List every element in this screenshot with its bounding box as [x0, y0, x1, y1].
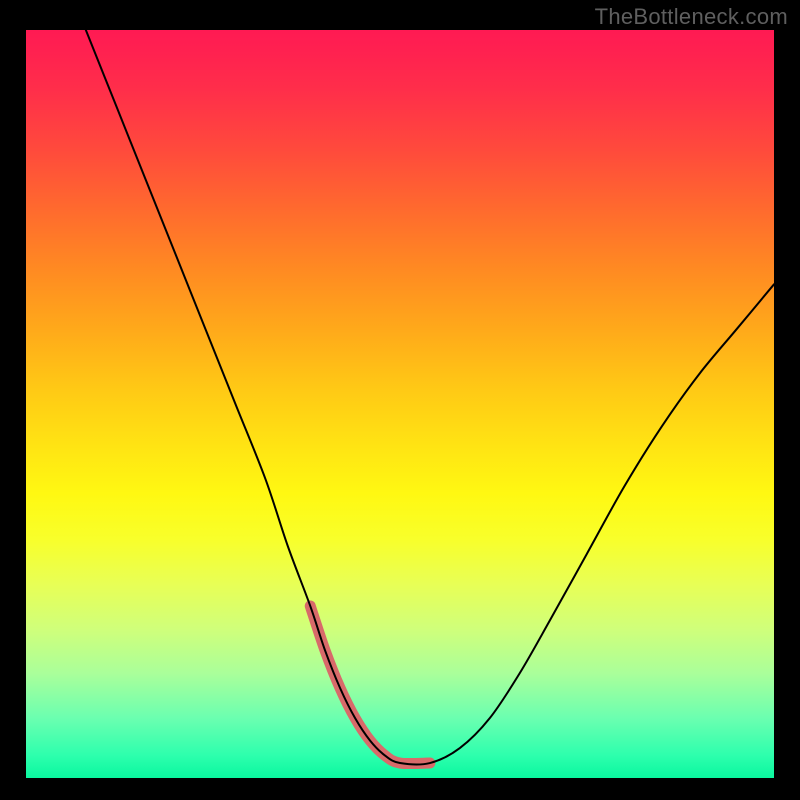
watermark-text: TheBottleneck.com — [595, 4, 788, 30]
curve-main — [86, 30, 774, 764]
chart-frame: TheBottleneck.com — [0, 0, 800, 800]
plot-area — [26, 30, 774, 778]
curve-svg — [26, 30, 774, 778]
